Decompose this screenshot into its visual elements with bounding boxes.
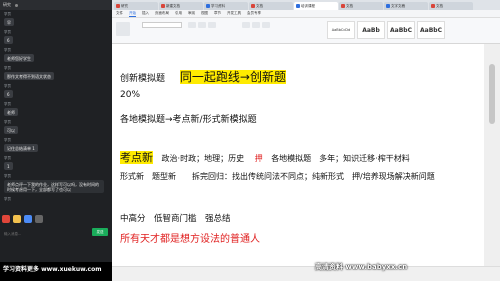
doc-line-5: 形式新 题型新 拆完回归：找出传统问法不同点；纯新形式 押/培养现场解决新问题 <box>120 172 435 181</box>
message-bubble: 那作文考得不到语文状态 <box>4 72 54 80</box>
vertical-scrollbar[interactable] <box>484 44 500 266</box>
watermark-left: 学习资料更多 www.xuekuw.com <box>3 266 102 273</box>
paste-button[interactable] <box>116 22 130 36</box>
message-bubble: 老师您好学生 <box>4 54 34 62</box>
menu-bar: 文件 开始 插入 页面布局 引用 审阅 视图 章节 开发工具 会员专享 <box>112 10 500 18</box>
doc-line-2: 20% <box>120 90 141 100</box>
tab-icon <box>296 4 300 8</box>
menu-layout[interactable]: 页面布局 <box>155 11 169 16</box>
message-bubble: 6 <box>4 36 13 44</box>
doc-line-3: 各地模拟题→考点新/形式新模拟题 <box>120 115 257 125</box>
chat-header: 研究 <box>0 0 112 10</box>
chat-toolbar <box>2 212 110 226</box>
doc-line-6: 中高分 低智商门槛 强总结 <box>120 214 231 224</box>
scroll-thumb[interactable] <box>489 64 495 124</box>
browser-tab[interactable]: 研究 <box>114 2 158 10</box>
menu-references[interactable]: 引用 <box>175 11 182 16</box>
emoji-icon[interactable] <box>13 215 21 223</box>
chat-title: 研究 <box>3 2 11 7</box>
chat-message: 学员 老师点评一下我的作业，这样写可以吗，没有时间的时候考虑用一下，全部都写了也… <box>4 174 108 193</box>
tab-icon <box>161 4 165 8</box>
style-heading-2[interactable]: AaBbC <box>387 21 415 39</box>
menu-insert[interactable]: 插入 <box>142 11 149 16</box>
message-bubble: 早 <box>4 18 14 26</box>
message-bubble: 老师 <box>4 108 18 116</box>
menu-member[interactable]: 会员专享 <box>247 11 261 16</box>
tab-icon <box>251 4 255 8</box>
tab-icon <box>206 4 210 8</box>
menu-home[interactable]: 开始 <box>129 11 136 17</box>
chat-message: 学员 1 <box>4 197 108 202</box>
chat-message: 学员 6 <box>4 84 13 98</box>
document-page[interactable]: 创新模拟题 同一起跑线→创新题 20% 各地模拟题→考点新/形式新模拟题 考点新… <box>112 44 484 266</box>
chat-message: 学员 那作文考得不到语文状态 <box>4 66 108 80</box>
chat-messages[interactable]: 学员 早 学员 6 学员 老师您好学生 学员 那作文考得不到语文状态 学员 6 … <box>0 12 112 202</box>
ribbon-toolbar: AaBbCcDd AaBb AaBbC AaBbC <box>112 18 500 44</box>
doc-line-7: 所有天才都是想方设法的普通人 <box>120 234 260 245</box>
browser-tab[interactable]: 文字文稿 <box>384 2 428 10</box>
underline-button[interactable] <box>208 22 216 28</box>
style-heading-1[interactable]: AaBb <box>357 21 385 39</box>
highlight-text: 考点新 <box>120 151 153 164</box>
chat-message: 学员 1 <box>4 156 13 170</box>
tab-icon <box>116 4 120 8</box>
align-right-button[interactable] <box>262 22 270 28</box>
status-bar <box>112 266 500 281</box>
menu-developer[interactable]: 开发工具 <box>227 11 241 16</box>
document-area: 创新模拟题 同一起跑线→创新题 20% 各地模拟题→考点新/形式新模拟题 考点新… <box>112 44 500 266</box>
send-button[interactable]: 发送 <box>92 228 108 236</box>
chat-message: 学员 老师 <box>4 102 108 116</box>
browser-tab[interactable]: 学习资料 <box>204 2 248 10</box>
tab-icon <box>431 4 435 8</box>
browser-tab-active[interactable]: 培训课程 <box>294 2 338 10</box>
image-icon[interactable] <box>24 215 32 223</box>
menu-sections[interactable]: 章节 <box>214 11 221 16</box>
tab-bar: 研究 新建文档 学习资料 文档 培训课程 文档 文字文稿 文档 <box>112 0 500 10</box>
status-dot-icon <box>15 3 18 7</box>
chat-panel: 研究 学员 早 学员 6 学员 老师您好学生 学员 那作文考得不到语文状态 学员 <box>0 0 112 281</box>
tab-icon <box>341 4 345 8</box>
watermark-right: 高清资料 www.babyxx.cn <box>315 263 408 271</box>
tab-icon <box>386 4 390 8</box>
style-heading-3[interactable]: AaBbC <box>417 21 445 39</box>
browser-tab[interactable]: 新建文档 <box>159 2 203 10</box>
browser-tab[interactable]: 文档 <box>249 2 293 10</box>
align-center-button[interactable] <box>252 22 260 28</box>
message-bubble: 老师点评一下我的作业，这样写可以吗，没有时间的时候考虑用一下，全部都写了也可以 <box>4 180 104 193</box>
doc-line-1: 创新模拟题 同一起跑线→创新题 <box>120 70 286 84</box>
italic-button[interactable] <box>198 22 206 28</box>
browser-tab[interactable]: 文档 <box>339 2 383 10</box>
more-icon[interactable] <box>35 215 43 223</box>
chat-message: 学员 老师您好学生 <box>4 48 108 62</box>
align-left-button[interactable] <box>242 22 250 28</box>
chat-message: 学员 可以 <box>4 120 108 134</box>
message-bubble: 1 <box>4 162 13 170</box>
style-gallery: AaBbCcDd AaBb AaBbC AaBbC <box>327 21 445 39</box>
menu-review[interactable]: 审阅 <box>188 11 195 16</box>
message-bubble: 可以 <box>4 126 18 134</box>
menu-view[interactable]: 视图 <box>201 11 208 16</box>
screen: 研究 学员 早 学员 6 学员 老师您好学生 学员 那作文考得不到语文状态 学员 <box>0 0 500 281</box>
chat-message: 学员 早 <box>4 12 108 26</box>
bold-button[interactable] <box>188 22 196 28</box>
editor-window: 研究 新建文档 学习资料 文档 培训课程 文档 文字文稿 文档 文件 开始 插入… <box>112 0 500 281</box>
message-bubble: 记住总结清单 1 <box>4 144 38 152</box>
doc-line-4: 考点新 政治·时政；地理；历史 押 各地模拟题 多年；知识迁移·榨干材料 <box>120 151 410 164</box>
chat-input[interactable]: 输入消息... <box>4 232 21 237</box>
browser-tab[interactable]: 文档 <box>429 2 473 10</box>
message-bubble: 6 <box>4 90 13 98</box>
font-selector[interactable] <box>142 22 182 28</box>
style-normal[interactable]: AaBbCcDd <box>327 21 355 39</box>
highlight-text: 同一起跑线→创新题 <box>179 70 286 84</box>
menu-file[interactable]: 文件 <box>116 11 123 16</box>
chat-message: 学员 6 <box>4 30 13 44</box>
chat-message: 学员 记住总结清单 1 <box>4 138 108 152</box>
gift-icon[interactable] <box>2 215 10 223</box>
